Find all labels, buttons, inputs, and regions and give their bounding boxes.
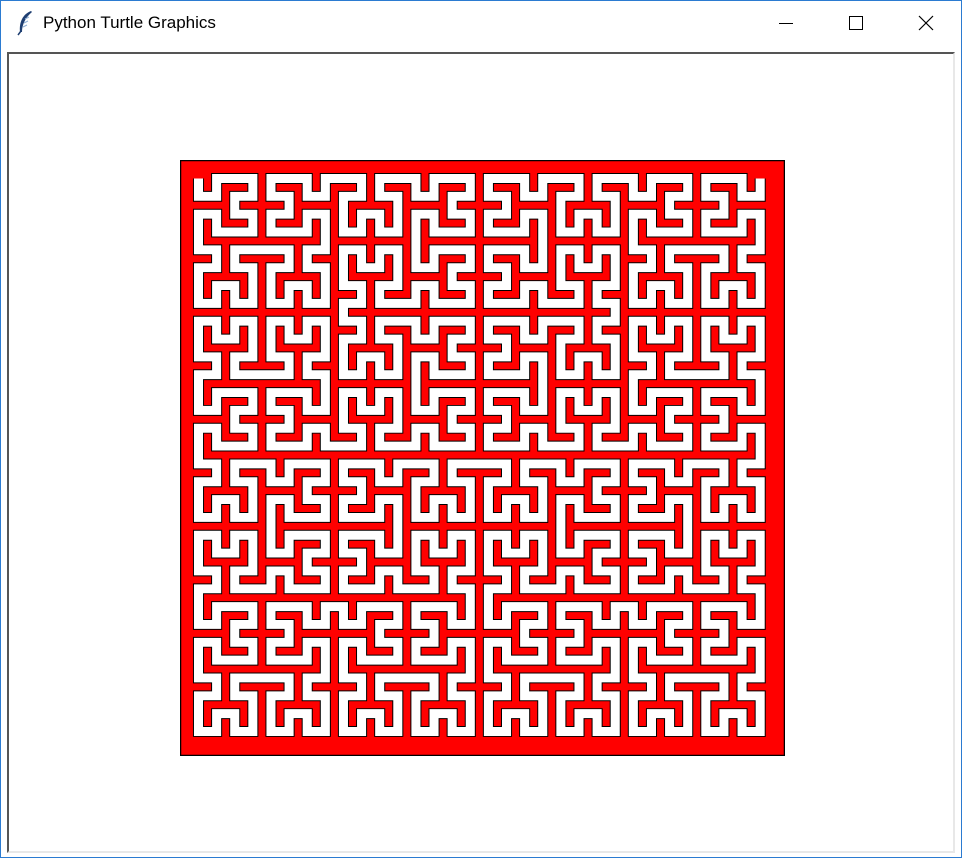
close-icon — [918, 15, 934, 31]
hilbert-curve-drawing — [180, 160, 785, 756]
close-button[interactable] — [903, 1, 949, 45]
title-bar[interactable]: Python Turtle Graphics — [1, 1, 961, 45]
window-title: Python Turtle Graphics — [43, 13, 216, 32]
minimize-button[interactable] — [763, 1, 809, 45]
turtle-window: Python Turtle Graphics — [0, 0, 962, 858]
minimize-icon — [779, 23, 793, 24]
maximize-icon — [849, 16, 863, 30]
feather-icon — [17, 11, 32, 36]
maximize-button[interactable] — [833, 1, 879, 45]
